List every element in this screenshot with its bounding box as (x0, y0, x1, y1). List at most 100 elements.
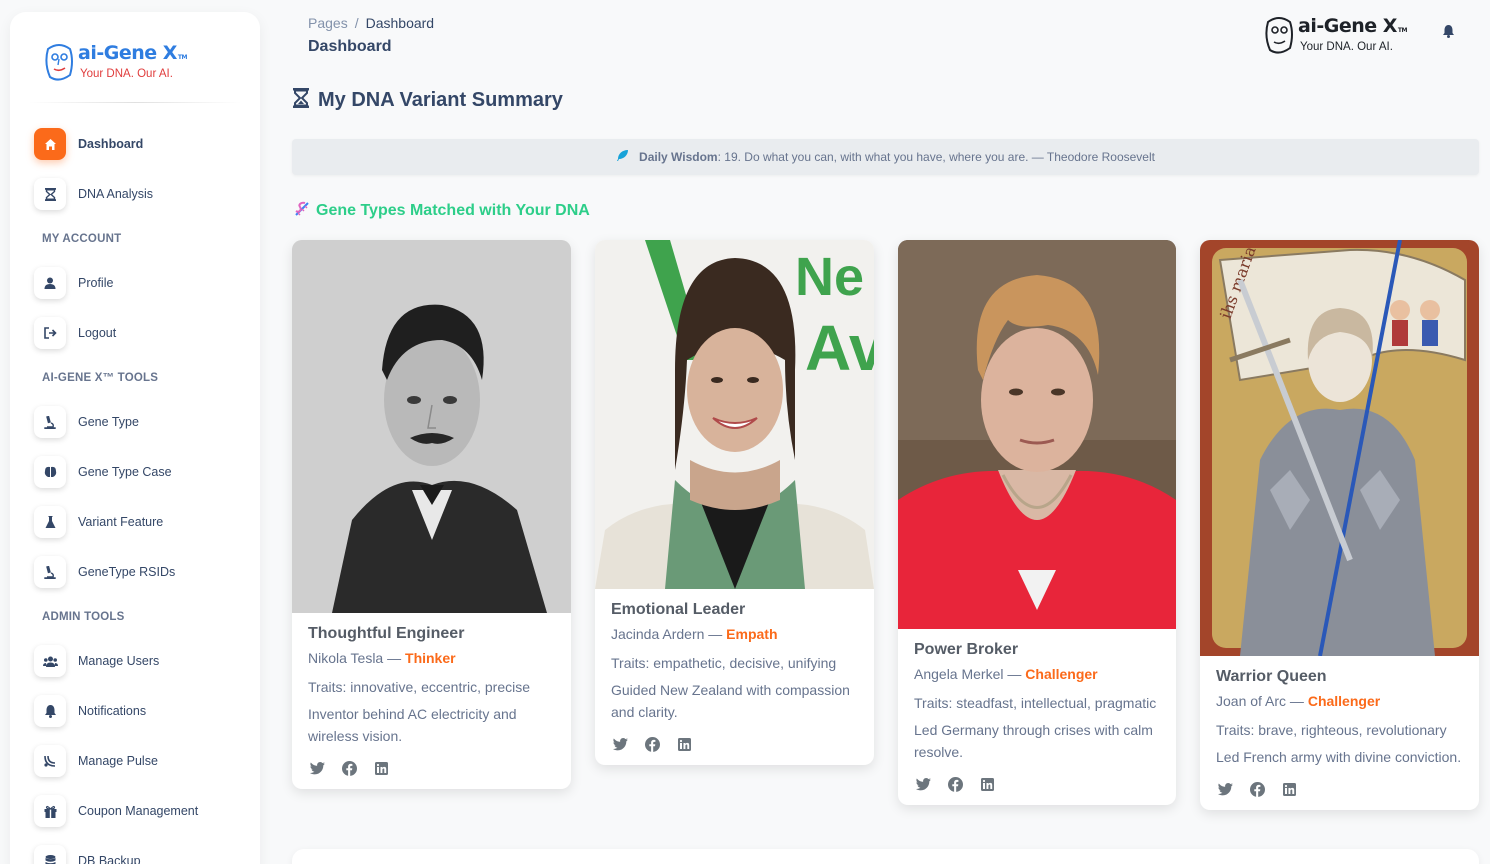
sidebar-item-gene-type-case[interactable]: Gene Type Case (10, 447, 260, 497)
sidebar-item-notifications[interactable]: Notifications (10, 686, 260, 736)
card-description: Led French army with divine conviction. (1216, 749, 1462, 765)
gene-type-label: Empath (726, 626, 778, 642)
person-name: Nikola Tesla — (308, 650, 406, 666)
brain-icon (34, 456, 66, 488)
sidebar-item-label: Manage Pulse (78, 754, 158, 768)
notification-bell-icon[interactable] (1443, 25, 1454, 41)
facebook-icon[interactable] (1248, 780, 1266, 798)
sidebar-item-db-backup[interactable]: DB Backup (10, 836, 260, 864)
person-name: Jacinda Ardern — (611, 626, 727, 642)
social-links (914, 775, 1160, 805)
sidebar-item-manage-users[interactable]: Manage Users (10, 636, 260, 686)
sidebar: ai-Gene XTM Your DNA. Our AI. Dashboard D… (10, 12, 260, 864)
sidebar-item-label: Dashboard (78, 137, 144, 151)
social-links (308, 759, 555, 789)
sidebar-section-title: MY ACCOUNT (42, 232, 122, 245)
user-icon (34, 267, 66, 299)
brand-name: ai-Gene X (78, 42, 177, 64)
dna-icon (294, 201, 310, 220)
linkedin-icon[interactable] (1280, 780, 1298, 798)
linkedin-icon[interactable] (675, 735, 693, 753)
card-description: Guided New Zealand with compassion and c… (611, 682, 850, 720)
users-icon (34, 645, 66, 677)
sidebar-item-label: DNA Analysis (78, 187, 154, 201)
linkedin-icon[interactable] (978, 775, 996, 793)
breadcrumb-separator: / (354, 15, 359, 31)
brand-tm: TM (177, 54, 188, 61)
card-traits: Traits: steadfast, intellectual, pragmat… (914, 695, 1157, 711)
microscope-icon (34, 406, 66, 438)
card-title: Warrior Queen (1216, 668, 1327, 685)
sidebar-item-label: DB Backup (78, 854, 141, 864)
daily-wisdom-text: : 19. Do what you can, with what you hav… (717, 150, 1155, 164)
sidebar-item-profile[interactable]: Profile (10, 258, 260, 308)
daily-wisdom-banner: Daily Wisdom: 19. Do what you can, with … (292, 139, 1479, 175)
sidebar-item-dna-analysis[interactable]: DNA Analysis (10, 169, 260, 219)
logo-face-icon (1265, 17, 1293, 54)
social-links (611, 735, 858, 765)
gene-card[interactable]: ihs maria Warrior Queen Joan of Arc — Ch… (1200, 240, 1479, 810)
header-brand-tagline: Your DNA. Our AI. (1300, 41, 1393, 53)
twitter-icon[interactable] (1216, 780, 1234, 798)
sidebar-item-label: Coupon Management (78, 804, 199, 818)
sidebar-item-variant-feature[interactable]: Variant Feature (10, 497, 260, 547)
database-icon (34, 845, 66, 864)
gene-type-label: Thinker (405, 650, 456, 666)
gene-card[interactable]: Ne Av Emotional Leader Jacinda Ardern — … (595, 240, 874, 765)
header-brand-name: ai-Gene X (1298, 15, 1397, 37)
twitter-icon[interactable] (914, 775, 932, 793)
sidebar-item-label: Variant Feature (78, 515, 164, 529)
gene-card[interactable]: Power Broker Angela Merkel — Challenger … (898, 240, 1176, 805)
sidebar-section-title: ADMIN TOOLS (42, 610, 125, 623)
gene-card[interactable]: Thoughtful Engineer Nikola Tesla — Think… (292, 240, 571, 789)
hourglass-icon (34, 178, 66, 210)
card-person: Joan of Arc — Challenger (1216, 692, 1463, 710)
breadcrumb-root[interactable]: Pages (308, 15, 348, 31)
hourglass-icon (292, 88, 310, 113)
portrait-image (292, 240, 571, 613)
sidebar-item-logout[interactable]: Logout (10, 308, 260, 358)
twitter-icon[interactable] (611, 735, 629, 753)
section-title: My DNA Variant Summary (292, 88, 563, 113)
sidebar-divider (28, 102, 242, 103)
sidebar-item-dashboard[interactable]: Dashboard (10, 119, 260, 169)
card-title: Thoughtful Engineer (308, 625, 465, 642)
sidebar-item-label: Profile (78, 276, 114, 290)
logout-icon (34, 317, 66, 349)
svg-text:Ne: Ne (795, 247, 864, 307)
microscope-icon (34, 556, 66, 588)
svg-text:Av: Av (805, 312, 874, 384)
facebook-icon[interactable] (643, 735, 661, 753)
sidebar-item-manage-pulse[interactable]: Manage Pulse (10, 736, 260, 786)
card-title: Power Broker (914, 641, 1019, 658)
facebook-icon[interactable] (340, 759, 358, 777)
home-icon (34, 128, 66, 160)
sidebar-item-gene-type[interactable]: Gene Type (10, 397, 260, 447)
flask-icon (34, 506, 66, 538)
card-traits: Traits: empathetic, decisive, unifying (611, 655, 837, 671)
sidebar-nav: Dashboard DNA Analysis MY ACCOUNT Profile Lo… (10, 119, 260, 864)
daily-wisdom-label: Daily Wisdom (639, 150, 718, 164)
logo-face-icon (45, 44, 73, 81)
sidebar-item-label: Logout (78, 326, 117, 340)
next-section-card (292, 849, 1479, 864)
facebook-icon[interactable] (946, 775, 964, 793)
header-brand-tm: TM (1397, 27, 1408, 34)
gene-types-heading: Gene Types Matched with Your DNA (294, 201, 590, 220)
sidebar-item-label: Manage Users (78, 654, 160, 668)
sidebar-item-coupon-management[interactable]: Coupon Management (10, 786, 260, 836)
portrait-image (898, 240, 1176, 629)
sidebar-item-label: Gene Type Case (78, 465, 172, 479)
page-title: Dashboard (308, 38, 392, 55)
linkedin-icon[interactable] (372, 759, 390, 777)
person-name: Angela Merkel — (914, 666, 1026, 682)
twitter-icon[interactable] (308, 759, 326, 777)
brand-tagline: Your DNA. Our AI. (80, 68, 173, 80)
sidebar-item-label: Notifications (78, 704, 147, 718)
sidebar-item-genetype-rsids[interactable]: GeneType RSIDs (10, 547, 260, 597)
feather-icon (616, 149, 629, 165)
section-title-text: My DNA Variant Summary (318, 89, 563, 111)
card-traits: Traits: brave, righteous, revolutionary (1216, 722, 1447, 738)
card-description: Led Germany through crises with calm res… (914, 722, 1153, 760)
brand-logo[interactable]: ai-Gene XTM Your DNA. Our AI. (10, 12, 260, 90)
